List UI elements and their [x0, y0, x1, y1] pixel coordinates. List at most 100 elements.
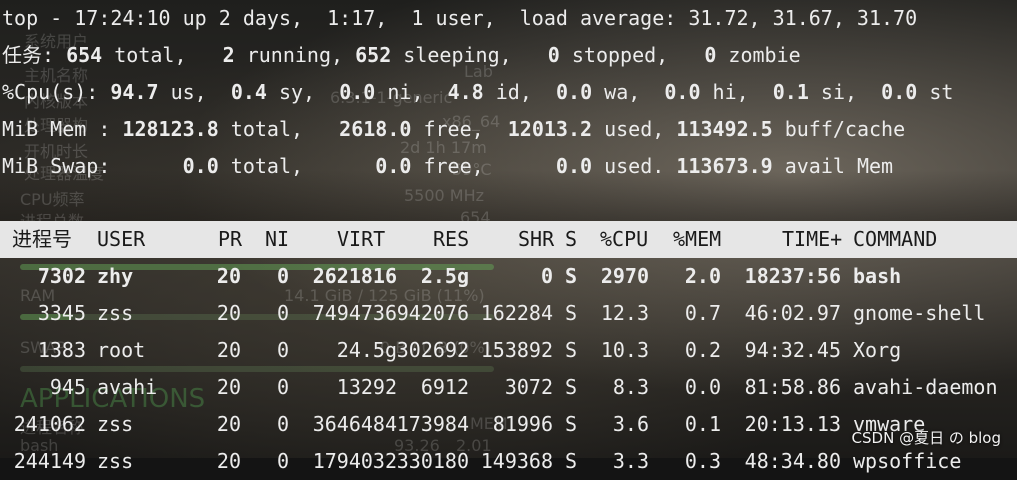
time-cell: 94:32.45 — [744, 338, 841, 362]
csdn-watermark: CSDN @夏日 の blog — [851, 429, 1001, 447]
process-table-header: 进程号 USER PR NI VIRT RES SHR S %CPU %MEM … — [0, 221, 1017, 258]
tasks-total: 654 — [66, 43, 103, 67]
res-cell: 173984 — [396, 412, 469, 436]
column-header-cpu: %CPU — [600, 227, 649, 251]
mem-line: MiB Mem : 128123.8 total, 2618.0 free, 1… — [2, 117, 906, 141]
tasks-sleeping: 652 — [355, 43, 392, 67]
mem-used: 12013.2 — [507, 117, 593, 141]
tasks-zombie: 0 — [704, 43, 717, 67]
pr-cell: 20 — [216, 338, 241, 362]
process-row: 7302 zhy 20 0 2621816 2.5g 0 S 2970 2.0 18237:56 ba… — [0, 258, 1017, 295]
column-header-pr: PR — [218, 227, 243, 251]
pr-cell: 20 — [216, 301, 241, 325]
pid-cell: 241062 — [13, 412, 86, 436]
user-cell: avahi — [97, 375, 158, 399]
state-cell: S — [565, 449, 578, 473]
command-cell: Xorg — [853, 338, 902, 362]
mem-label: MiB Mem : — [2, 117, 111, 141]
pr-cell: 20 — [216, 375, 241, 399]
column-header-res: RES — [433, 227, 470, 251]
virt-cell: 2621816 — [312, 264, 397, 288]
mem-cell: 0.3 — [684, 449, 721, 473]
virt-cell: 13292 — [336, 375, 397, 399]
virt-cell: 24.5g — [336, 338, 397, 362]
cpu-sy: 0.4 — [230, 80, 267, 104]
cpu-ni: 0.0 — [339, 80, 376, 104]
shr-cell: 81996 — [492, 412, 553, 436]
column-header-s: S — [565, 227, 578, 251]
terminal-top-output: top - 17:24:10 up 2 days, 1:17, 1 user, … — [0, 0, 1017, 473]
shr-cell: 149368 — [480, 449, 553, 473]
res-cell: 6912 — [420, 375, 469, 399]
cpu-cell: 12.3 — [600, 301, 649, 325]
virt-cell: 7494736 — [312, 301, 397, 325]
tasks-running: 2 — [222, 43, 235, 67]
state-cell: S — [565, 301, 578, 325]
ni-cell: 0 — [276, 338, 289, 362]
time-cell: 48:34.80 — [744, 449, 841, 473]
swap-total: 0.0 — [182, 154, 219, 178]
user-cell: zhy — [97, 264, 134, 288]
tasks-label: 任务: — [2, 43, 55, 67]
shr-cell: 153892 — [480, 338, 553, 362]
res-cell: 330180 — [396, 449, 469, 473]
cpu-cell: 10.3 — [600, 338, 649, 362]
tasks-line: 任务: 654 total, 2 running, 652 sleeping, … — [2, 43, 801, 67]
tasks-stopped: 0 — [547, 43, 560, 67]
uptime-line: top - 17:24:10 up 2 days, 1:17, 1 user, … — [2, 6, 918, 30]
ni-cell: 0 — [276, 449, 289, 473]
cpu-cell: 3.6 — [612, 412, 649, 436]
cpu-id: 4.8 — [447, 80, 484, 104]
process-row: 244149 zss 20 0 1794032 330180 149368 S 3.3 0.3 48… — [0, 443, 1017, 480]
pid-cell: 3345 — [37, 301, 86, 325]
user-cell: zss — [97, 301, 134, 325]
res-cell: 302692 — [396, 338, 469, 362]
process-row: 3345 zss 20 0 7494736 942076 162284 S 12.3 0.7 46:… — [0, 295, 1017, 332]
pr-cell: 20 — [216, 449, 241, 473]
column-header-ni: NI — [265, 227, 290, 251]
column-header-mem: %MEM — [673, 227, 722, 251]
ni-cell: 0 — [276, 375, 289, 399]
res-cell: 942076 — [396, 301, 469, 325]
cpu-cell: 8.3 — [612, 375, 649, 399]
process-row: 945 avahi 20 0 13292 6912 3072 S 8.3 0.0 81:58.86 a… — [0, 369, 1017, 406]
state-cell: S — [565, 338, 578, 362]
process-row: 1383 root 20 0 24.5g 302692 153892 S 10.3 0.2 94:3… — [0, 332, 1017, 369]
mem-cell: 0.0 — [684, 375, 721, 399]
cpu-cell: 3.3 — [612, 449, 649, 473]
mem-cell: 0.1 — [684, 412, 721, 436]
virt-cell: 1794032 — [312, 449, 397, 473]
pr-cell: 20 — [216, 264, 241, 288]
pid-cell: 1383 — [37, 338, 86, 362]
mem-free: 2618.0 — [339, 117, 412, 141]
column-header-user: USER — [97, 227, 146, 251]
state-cell: S — [565, 412, 578, 436]
swap-avail: 113673.9 — [676, 154, 773, 178]
command-cell: avahi-daemon — [853, 375, 998, 399]
mem-cell: 2.0 — [684, 264, 721, 288]
column-header-time: TIME+ — [782, 227, 843, 251]
time-cell: 46:02.97 — [744, 301, 841, 325]
cpu-wa: 0.0 — [555, 80, 593, 104]
res-cell: 2.5g — [420, 264, 469, 288]
cpu-line: %Cpu(s): 94.7 us, 0.4 sy, 0.0 ni, 4.8 id… — [2, 80, 954, 104]
column-header-pid: 进程号 — [12, 227, 72, 251]
ni-cell: 0 — [276, 412, 289, 436]
swap-free: 0.0 — [375, 154, 412, 178]
cpu-hi: 0.0 — [664, 80, 701, 104]
user-cell: root — [97, 338, 146, 362]
cpu-cell: 2970 — [600, 264, 649, 288]
pid-cell: 7302 — [37, 264, 86, 288]
state-cell: S — [565, 375, 578, 399]
swap-line: MiB Swap: 0.0 total, 0.0 free, 0.0 used.… — [2, 154, 894, 178]
cpu-us: 94.7 — [110, 80, 159, 104]
shr-cell: 3072 — [504, 375, 553, 399]
column-header-virt: VIRT — [337, 227, 386, 251]
mem-total: 128123.8 — [122, 117, 219, 141]
swap-used: 0.0 — [555, 154, 593, 178]
swap-label: MiB Swap: — [2, 154, 111, 178]
pr-cell: 20 — [216, 412, 241, 436]
mem-buff: 113492.5 — [676, 117, 773, 141]
virt-cell: 3646484 — [312, 412, 397, 436]
cpu-si: 0.1 — [772, 80, 809, 104]
